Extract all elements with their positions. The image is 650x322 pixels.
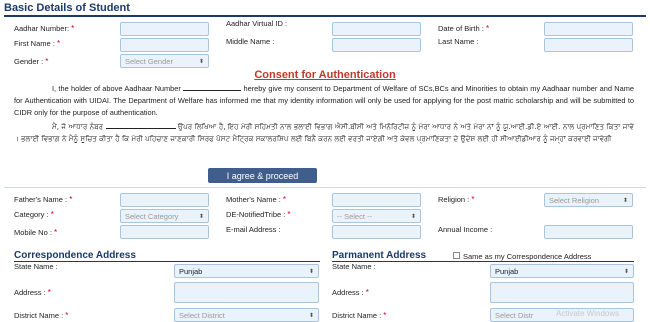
chevron-updown-icon: ⬍ (308, 268, 314, 275)
middle-name-input[interactable] (332, 38, 421, 52)
chevron-updown-icon: ⬍ (198, 213, 204, 220)
category-select[interactable]: Select Category ⬍ (120, 209, 209, 223)
annual-income-label: Annual Income : (438, 225, 493, 234)
chevron-updown-icon: ⬍ (623, 268, 629, 275)
consent-punjabi-paragraph: ਮੈਂ, ਜੋ ਆਧਾਰ ਨੰਬਰ ਉਪਰ ਲਿਖਿਆ ਹੈ, ਇਹ ਮੇਰੀ … (14, 121, 634, 144)
address-corr-input[interactable] (174, 282, 319, 303)
consent-title: Consent for Authentication (254, 69, 396, 81)
gender-select[interactable]: Select Gender ⬍ (120, 54, 209, 68)
activate-windows-watermark: Activate Windows (556, 309, 620, 318)
gender-label: Gender : * (14, 57, 49, 66)
district-corr-select[interactable]: Select District ⬍ (174, 308, 319, 322)
divider (4, 187, 646, 188)
basic-details-heading: Basic Details of Student (4, 2, 130, 14)
state-perm-select[interactable]: Punjab ⬍ (490, 264, 634, 278)
dob-input[interactable] (544, 22, 633, 36)
de-notified-tribe-select[interactable]: -- Select -- ⬍ (332, 209, 421, 223)
address-label-perm: Address : * (332, 288, 369, 297)
aadhar-virtual-id-input[interactable] (332, 22, 421, 36)
divider (332, 261, 634, 262)
first-name-label: First Name : * (14, 39, 61, 48)
aadhar-number-label: Aadhar Number: * (14, 24, 75, 33)
aadhaar-blank-pa (105, 121, 176, 129)
fathers-name-input[interactable] (120, 193, 209, 207)
chevron-updown-icon: ⬍ (410, 213, 416, 220)
mothers-name-label: Mother's Name : * (226, 195, 287, 204)
state-corr-select[interactable]: Punjab ⬍ (174, 264, 319, 278)
aadhaar-blank (183, 83, 242, 91)
last-name-label: Last Name : (438, 37, 479, 46)
mothers-name-input[interactable] (332, 193, 421, 207)
same-as-correspondence-label: Same as my Correspondence Address (463, 252, 592, 261)
category-label: Category : * (14, 210, 54, 219)
religion-select[interactable]: Select Religion ⬍ (544, 193, 633, 207)
last-name-input[interactable] (544, 38, 633, 52)
permanent-address-heading: Parmanent Address (332, 250, 427, 261)
email-label: E-mail Address : (226, 225, 281, 234)
middle-name-label: Middle Name : (226, 37, 275, 46)
agree-proceed-button[interactable]: I agree & proceed (208, 168, 317, 183)
state-name-label: State Name : (14, 262, 58, 271)
chevron-updown-icon: ⬍ (308, 312, 314, 319)
address-label: Address : * (14, 288, 51, 297)
mobile-label: Mobile No : * (14, 228, 58, 237)
aadhar-virtual-id-label: Aadhar Virtual ID : (226, 19, 288, 28)
chevron-updown-icon: ⬍ (198, 58, 204, 65)
dob-label: Date of Birth : * (438, 24, 490, 33)
divider (14, 261, 320, 262)
state-name-label-perm: State Name : (332, 262, 376, 271)
chevron-updown-icon: ⬍ (622, 197, 628, 204)
correspondence-address-heading: Correspondence Address (14, 250, 136, 261)
aadhar-number-input[interactable] (120, 22, 209, 36)
consent-english-paragraph: I, the holder of above Aadhaar Number he… (14, 83, 634, 118)
email-input[interactable] (332, 225, 421, 239)
first-name-input[interactable] (120, 38, 209, 52)
address-perm-input[interactable] (490, 282, 634, 303)
section-divider (4, 15, 646, 17)
de-notified-tribe-label: DE-NotifiedTribe : * (226, 210, 291, 219)
mobile-input[interactable] (120, 225, 209, 239)
fathers-name-label: Father's Name : * (14, 195, 73, 204)
religion-label: Religion : * (438, 195, 475, 204)
annual-income-input[interactable] (544, 225, 633, 239)
same-as-correspondence-checkbox[interactable] (453, 252, 460, 259)
